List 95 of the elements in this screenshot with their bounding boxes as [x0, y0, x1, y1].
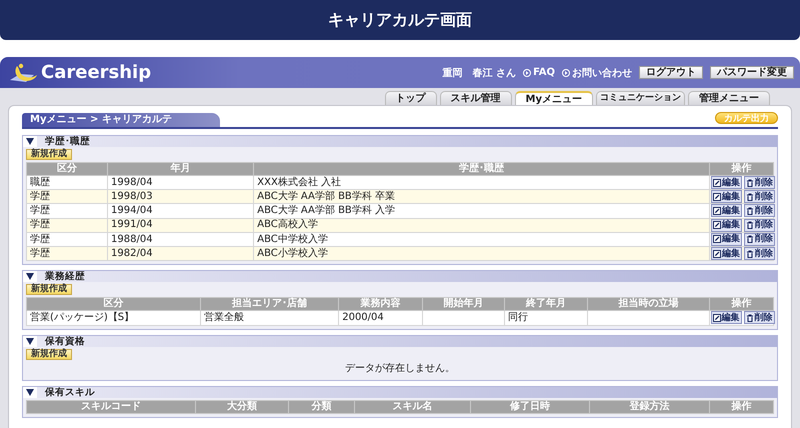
column-header: 区分 [26, 298, 200, 311]
logo-text: Careership [41, 62, 152, 83]
new-button[interactable]: 新規作成 [26, 348, 72, 360]
pencil-icon [712, 235, 721, 244]
breadcrumb: Myメニュー > キャリアカルテ [22, 113, 220, 127]
column-header: 登録方法 [590, 400, 710, 414]
table-cell: XXX株式会社 入社 [254, 176, 710, 190]
nav-tab[interactable]: トップ [384, 91, 437, 105]
new-button[interactable]: 新規作成 [26, 284, 72, 296]
table-cell: 同行 [504, 310, 588, 326]
column-header: 年月 [108, 162, 254, 176]
section-title: 保有資格 [45, 336, 85, 347]
section-title: 学歴･職歴 [45, 136, 90, 147]
column-header: 分類 [288, 400, 355, 414]
collapse-triangle-icon[interactable] [26, 138, 34, 145]
logo-drawing [8, 62, 38, 84]
edit-button[interactable]: 編集 [710, 232, 742, 246]
pencil-icon [712, 178, 721, 186]
section-title: 保有スキル [45, 386, 95, 398]
edit-button[interactable]: 編集 [710, 190, 742, 204]
table-cell: ABC大学 AA学部 BB学科 卒業 [254, 190, 710, 204]
trash-icon [746, 192, 754, 201]
delete-button[interactable]: 削除 [744, 190, 775, 204]
table-cell: 2000/04 [338, 310, 423, 326]
trash-icon [746, 235, 754, 244]
table-cell: 学歴 [26, 204, 108, 218]
column-header: 担当時の立場 [588, 298, 710, 311]
column-header: 区分 [26, 162, 108, 176]
user-name: 重岡 春江 さん [442, 66, 516, 80]
delete-button[interactable]: 削除 [744, 247, 775, 260]
nav-tab[interactable]: Myメニュー [514, 91, 593, 105]
header-button[interactable]: パスワード変更 [710, 66, 794, 79]
header-button[interactable]: ログアウト [639, 66, 703, 79]
pencil-icon [712, 314, 721, 322]
column-header: 修了日時 [470, 400, 590, 414]
table-cell: 学歴 [26, 246, 108, 261]
edit-button[interactable]: 編集 [710, 176, 742, 189]
trash-icon [746, 178, 754, 186]
pencil-icon [712, 192, 721, 201]
column-header: 開始年月 [422, 298, 505, 311]
header-link[interactable]: FAQ [523, 67, 555, 78]
pencil-icon [712, 206, 721, 215]
delete-button[interactable]: 削除 [744, 176, 775, 189]
trash-icon [746, 221, 754, 230]
page-title-banner: キャリアカルテ画面 [0, 0, 800, 40]
collapse-triangle-icon[interactable] [26, 338, 34, 345]
trash-icon [746, 314, 754, 322]
arrow-circle-icon [562, 68, 570, 76]
column-header: 大分類 [195, 400, 288, 414]
edit-button[interactable]: 編集 [710, 218, 742, 232]
edit-button[interactable]: 編集 [710, 247, 742, 260]
collapse-triangle-icon[interactable] [26, 388, 34, 396]
column-header: 終了年月 [504, 298, 588, 311]
column-header: スキルコード [26, 400, 196, 414]
delete-button[interactable]: 削除 [744, 232, 775, 246]
column-header: スキル名 [354, 400, 470, 414]
table-cell: 職歴 [26, 176, 108, 190]
table-cell: 1998/04 [108, 176, 254, 190]
table-cell: 1991/04 [108, 218, 254, 232]
pencil-icon [712, 221, 721, 230]
table-cell: 営業全般 [200, 310, 339, 326]
table-cell: 学歴 [26, 190, 108, 204]
nav-tab[interactable]: 管理メニュー [688, 91, 770, 105]
table-cell: ABC中学校入学 [254, 232, 710, 247]
pencil-icon [712, 250, 721, 258]
table-cell: 学歴 [26, 218, 108, 232]
trash-icon [746, 250, 754, 258]
delete-button[interactable]: 削除 [744, 204, 775, 218]
column-header: 学歴･職歴 [254, 162, 710, 176]
edit-button[interactable]: 編集 [710, 204, 742, 218]
table-cell: 学歴 [26, 232, 108, 247]
column-header: 操作 [709, 298, 774, 311]
header-link[interactable]: お問い合わせ [562, 66, 632, 80]
table-cell: 営業(パッケージ)【S】 [26, 310, 200, 326]
trash-icon [746, 206, 754, 215]
nav-tab[interactable]: スキル管理 [440, 91, 512, 105]
new-button[interactable]: 新規作成 [26, 149, 72, 160]
table-cell: ABC大学 AA学部 BB学科 入学 [254, 204, 710, 218]
column-header: 操作 [709, 162, 774, 176]
table-cell: ABC小学校入学 [254, 246, 710, 261]
edit-button[interactable]: 編集 [710, 311, 742, 324]
arrow-circle-icon [523, 68, 532, 76]
collapse-triangle-icon[interactable] [26, 273, 34, 280]
table-cell: 1994/04 [108, 204, 254, 218]
delete-button[interactable]: 削除 [744, 218, 775, 232]
delete-button[interactable]: 削除 [744, 311, 775, 324]
column-header: 操作 [709, 400, 774, 414]
section-title: 業務経歴 [45, 271, 85, 282]
table-cell: 1988/04 [108, 232, 254, 247]
column-header: 業務内容 [338, 298, 423, 311]
table-cell: 1982/04 [108, 246, 254, 261]
empty-message: データが存在しません。 [344, 362, 456, 376]
column-header: 担当エリア･店舗 [200, 298, 339, 311]
table-cell: 1998/03 [108, 190, 254, 204]
nav-tab[interactable]: コミュニケーション [596, 91, 685, 105]
